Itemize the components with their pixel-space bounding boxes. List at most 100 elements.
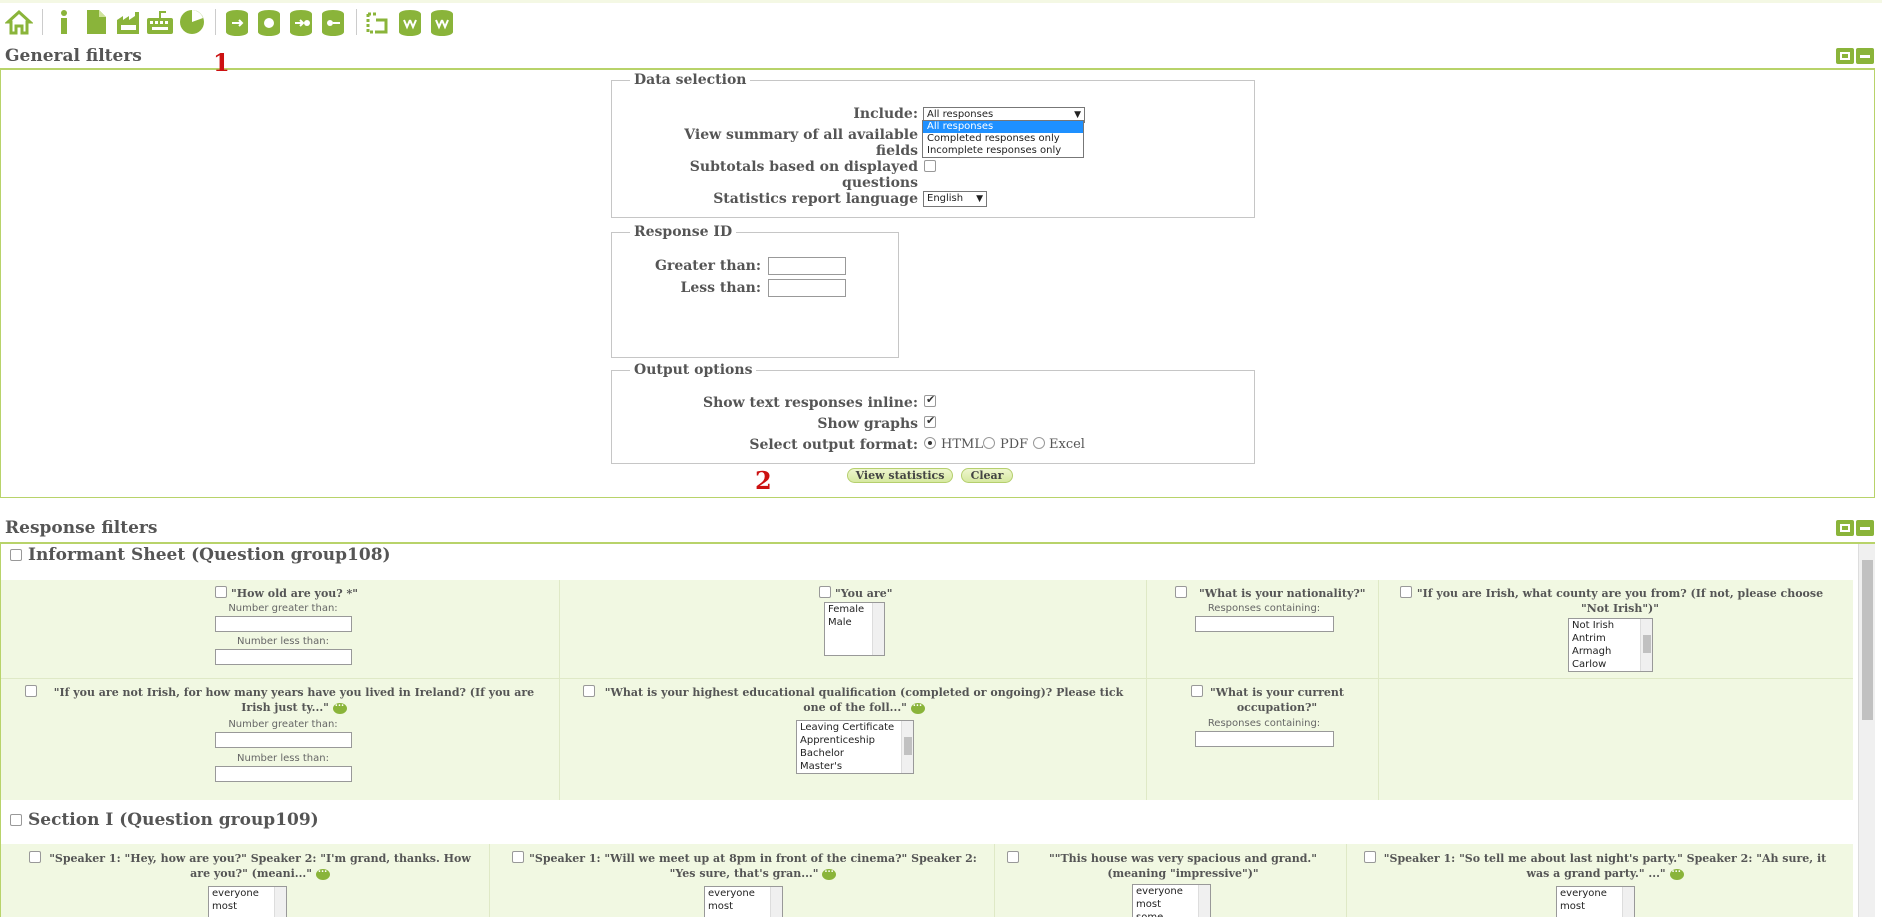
q-occupation-checkbox[interactable] (1191, 685, 1203, 697)
language-label: Statistics report language (713, 191, 918, 207)
q-s1-greeting-text: "Speaker 1: "Hey, how are you?" Speaker … (49, 852, 471, 880)
response-filters-controls (1836, 520, 1876, 538)
include-select-value: All responses (927, 109, 994, 120)
include-option-completed[interactable]: Completed responses only (923, 133, 1083, 145)
summary-label-line2: fields (875, 143, 918, 159)
q-s1-cinema-listbox[interactable]: everyone most (704, 886, 783, 917)
vv-export-icon[interactable] (427, 6, 457, 38)
greater-than-input[interactable] (768, 257, 846, 275)
q-s1-house-listbox[interactable]: everyone most some (1132, 884, 1211, 917)
vv-import-icon[interactable] (363, 6, 393, 38)
toolbar-separator (356, 9, 357, 35)
q-s1-cinema-checkbox[interactable] (512, 851, 524, 863)
language-select[interactable]: English ▼ (923, 191, 987, 207)
document-icon[interactable] (81, 6, 111, 38)
listbox-scrollbar[interactable] (1640, 619, 1652, 671)
q-gender-listbox[interactable]: Female Male (824, 602, 885, 656)
q-age-greater-input[interactable] (215, 616, 352, 632)
maximize-icon[interactable] (1836, 520, 1854, 536)
q-occupation-input[interactable] (1195, 731, 1334, 747)
q-age-greater-label: Number greater than: (228, 603, 338, 614)
language-select-value: English (927, 193, 964, 204)
q-education-label: "What is your highest educational qualif… (599, 685, 1129, 715)
q-nationality-checkbox[interactable] (1175, 586, 1187, 598)
q-years-label: "If you are not Irish, for how many year… (39, 685, 549, 715)
comment-bubble-icon[interactable] (822, 863, 837, 880)
inline-checkbox[interactable] (924, 393, 936, 407)
format-html-label: HTML (941, 437, 983, 452)
q-years-less-input[interactable] (215, 766, 352, 782)
q-gender-checkbox[interactable] (819, 586, 831, 598)
q-nationality-input[interactable] (1195, 616, 1334, 632)
less-than-input[interactable] (768, 279, 846, 297)
clear-button[interactable]: Clear (961, 468, 1013, 483)
keyboard-icon[interactable] (145, 6, 175, 38)
comment-bubble-icon[interactable] (315, 863, 330, 880)
maximize-icon[interactable] (1836, 48, 1854, 64)
listbox-scrollbar[interactable] (274, 887, 286, 917)
factory-icon[interactable] (113, 6, 143, 38)
include-option-incomplete[interactable]: Incomplete responses only (923, 145, 1083, 157)
q-years-checkbox[interactable] (25, 685, 37, 697)
scrollbar-thumb[interactable] (1862, 560, 1873, 720)
q-education-checkbox[interactable] (583, 685, 595, 697)
listbox-scrollbar[interactable] (770, 887, 782, 917)
response-filters-scrollbar[interactable] (1858, 544, 1875, 917)
group1-title: Informant Sheet (Question group108) (28, 545, 391, 565)
graphs-label: Show graphs (817, 416, 918, 432)
subtotals-checkbox[interactable] (924, 160, 936, 172)
list-item[interactable]: Master's (797, 760, 913, 773)
format-pdf-radio[interactable] (983, 437, 995, 449)
toolbar (0, 4, 1882, 40)
q-education-listbox[interactable]: Leaving Certificate Apprenticeship Bache… (796, 720, 914, 774)
minimize-icon[interactable] (1856, 48, 1874, 64)
format-excel-label: Excel (1049, 437, 1085, 452)
group1-checkbox[interactable] (10, 549, 22, 561)
q-s1-party-text: "Speaker 1: "So tell me about last night… (1383, 852, 1827, 880)
view-statistics-button[interactable]: View statistics (847, 468, 953, 483)
info-icon[interactable] (49, 6, 79, 38)
q-s1-greeting-checkbox[interactable] (29, 851, 41, 863)
list-item[interactable]: Apprenticeship (797, 734, 913, 747)
q-county-checkbox[interactable] (1400, 586, 1412, 598)
q-s1-party-checkbox[interactable] (1364, 851, 1376, 863)
q-s1-cinema-label: "Speaker 1: "Will we meet up at 8pm in f… (528, 851, 978, 881)
vv-db-icon[interactable] (395, 6, 425, 38)
export-db-icon[interactable] (222, 6, 252, 38)
export-r2-db-icon[interactable] (318, 6, 348, 38)
data-selection-legend: Data selection (634, 72, 747, 88)
q-age-checkbox[interactable] (215, 586, 227, 598)
include-option-all[interactable]: All responses (923, 121, 1083, 133)
q-age-less-input[interactable] (215, 649, 352, 665)
group2-checkbox[interactable] (10, 814, 22, 826)
listbox-scrollbar[interactable] (1622, 887, 1634, 917)
list-item[interactable]: Leaving Certificate (797, 721, 913, 734)
q-years-greater-input[interactable] (215, 732, 352, 748)
home-icon[interactable] (4, 6, 34, 38)
subtotals-label-line2: questions (842, 175, 918, 191)
q-education-text: "What is your highest educational qualif… (604, 686, 1124, 714)
marker-2: 2 (755, 466, 772, 495)
graphs-checkbox[interactable] (924, 414, 936, 428)
q-s1-greeting-listbox[interactable]: everyone most (208, 886, 287, 917)
listbox-scrollbar[interactable] (901, 721, 913, 773)
format-html-radio[interactable] (924, 437, 936, 449)
minimize-icon[interactable] (1856, 520, 1874, 536)
q-county-listbox[interactable]: Not Irish Antrim Armagh Carlow (1568, 618, 1653, 672)
comment-bubble-icon[interactable] (910, 697, 925, 714)
export-r-db-icon[interactable] (286, 6, 316, 38)
list-item[interactable]: Bachelor (797, 747, 913, 760)
comment-bubble-icon[interactable] (1669, 863, 1684, 880)
listbox-scrollbar[interactable] (872, 603, 884, 655)
group1-grid: "How old are you? *" Number greater than… (1, 580, 1853, 800)
q-s1-party-listbox[interactable]: everyone most (1556, 886, 1635, 917)
spss-db-icon[interactable] (254, 6, 284, 38)
format-excel-radio[interactable] (1033, 437, 1045, 449)
q-s1-house-checkbox[interactable] (1007, 851, 1019, 863)
grid-row-divider (1, 678, 1853, 679)
pie-chart-icon[interactable] (177, 6, 207, 38)
q-occupation-containing-label: Responses containing: (1207, 718, 1321, 729)
listbox-scrollbar[interactable] (1198, 885, 1210, 917)
format-pdf-label: PDF (1000, 437, 1029, 452)
comment-bubble-icon[interactable] (332, 697, 347, 714)
